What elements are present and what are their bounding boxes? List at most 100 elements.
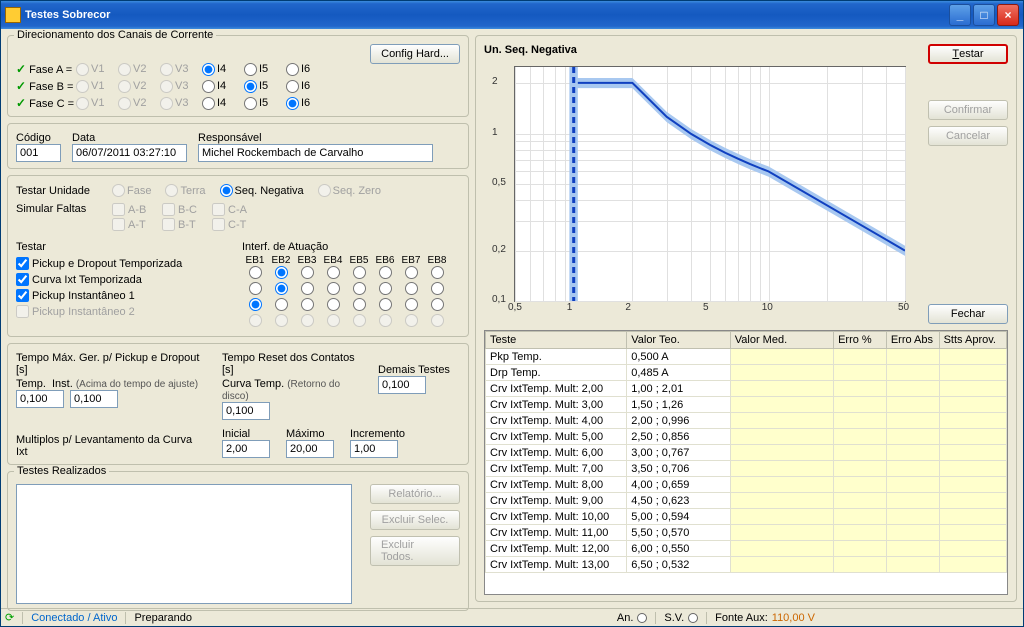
table-row[interactable]: Crv IxtTemp. Mult: 6,003,00 ; 0,767 — [486, 445, 1007, 461]
eb-radio[interactable] — [398, 298, 424, 314]
maximize-button[interactable]: □ — [973, 4, 995, 26]
eb-radio[interactable] — [294, 266, 320, 282]
eb-radio[interactable] — [268, 266, 294, 282]
test-item-check[interactable]: Curva Ixt Temporizada — [16, 273, 236, 286]
table-row[interactable]: Crv IxtTemp. Mult: 4,002,00 ; 0,996 — [486, 413, 1007, 429]
table-row[interactable]: Crv IxtTemp. Mult: 2,001,00 ; 2,01 — [486, 381, 1007, 397]
phase-radio-i5[interactable]: I5 — [244, 96, 286, 110]
table-row[interactable]: Crv IxtTemp. Mult: 12,006,00 ; 0,550 — [486, 541, 1007, 557]
responsavel-input[interactable] — [198, 144, 433, 162]
eb-radio[interactable] — [320, 298, 346, 314]
confirmar-button[interactable]: Confirmar — [928, 100, 1008, 120]
curva-temp-input[interactable] — [222, 402, 270, 420]
eb-header: EB4 — [320, 255, 346, 266]
inicial-input[interactable] — [222, 440, 270, 458]
cancelar-button[interactable]: Cancelar — [928, 126, 1008, 146]
eb-radio[interactable] — [320, 282, 346, 298]
phase-radio-v3: V3 — [160, 96, 202, 110]
table-row[interactable]: Pkp Temp.0,500 A — [486, 349, 1007, 365]
table-row[interactable]: Crv IxtTemp. Mult: 5,002,50 ; 0,856 — [486, 429, 1007, 445]
phase-radio-i5[interactable]: I5 — [244, 62, 286, 76]
x-tick: 50 — [898, 302, 909, 313]
config-hard-button[interactable]: Config Hard... — [370, 44, 460, 64]
close-button[interactable]: × — [997, 4, 1019, 26]
inst-input[interactable] — [70, 390, 118, 408]
codigo-input[interactable] — [16, 144, 61, 162]
table-row[interactable]: Drp Temp.0,485 A — [486, 365, 1007, 381]
excluir-selec-button[interactable]: Excluir Selec. — [370, 510, 460, 530]
eb-radio[interactable] — [268, 282, 294, 298]
max-input[interactable] — [286, 440, 334, 458]
table-row[interactable]: Crv IxtTemp. Mult: 13,006,50 ; 0,532 — [486, 557, 1007, 573]
demais-input[interactable] — [378, 376, 426, 394]
max-label: Máximo — [286, 428, 334, 440]
eb-radio[interactable] — [242, 266, 268, 282]
phase-radio-i4[interactable]: I4 — [202, 79, 244, 93]
phase-radio-i5[interactable]: I5 — [244, 79, 286, 93]
eb-radio[interactable] — [242, 298, 268, 314]
table-header[interactable]: Valor Med. — [730, 332, 833, 349]
falta-check: A-T — [112, 218, 162, 231]
relatorio-button[interactable]: Relatório... — [370, 484, 460, 504]
testar-button[interactable]: Testar — [928, 44, 1008, 64]
inc-input[interactable] — [350, 440, 398, 458]
phase-radio-i4[interactable]: I4 — [202, 96, 244, 110]
eb-radio[interactable] — [398, 282, 424, 298]
eb-radio[interactable] — [398, 266, 424, 282]
table-row[interactable]: Crv IxtTemp. Mult: 8,004,00 ; 0,659 — [486, 477, 1007, 493]
eb-radio[interactable] — [372, 298, 398, 314]
status-an-label: An. — [617, 612, 634, 624]
eb-radio[interactable] — [294, 282, 320, 298]
table-row[interactable]: Crv IxtTemp. Mult: 9,004,50 ; 0,623 — [486, 493, 1007, 509]
x-tick: 1 — [567, 302, 573, 313]
status-bar: ⟳ Conectado / Ativo Preparando An. S.V. … — [1, 608, 1023, 626]
inicial-label: Inicial — [222, 428, 270, 440]
phase-radio-v1: V1 — [76, 62, 118, 76]
data-input[interactable] — [72, 144, 187, 162]
eb-radio[interactable] — [372, 282, 398, 298]
eb-radio[interactable] — [424, 266, 450, 282]
eb-radio[interactable] — [294, 298, 320, 314]
eb-radio[interactable] — [424, 298, 450, 314]
eb-radio[interactable] — [268, 298, 294, 314]
eb-radio[interactable] — [346, 298, 372, 314]
phase-radio-i6[interactable]: I6 — [286, 62, 328, 76]
minimize-button[interactable]: _ — [949, 4, 971, 26]
table-header[interactable]: Erro Abs — [886, 332, 939, 349]
table-header[interactable]: Teste — [486, 332, 627, 349]
fechar-button[interactable]: Fechar — [928, 304, 1008, 324]
inst-label: Inst. — [52, 378, 73, 390]
eb-radio[interactable] — [372, 266, 398, 282]
group-tempos: Tempo Máx. Ger. p/ Pickup e Dropout [s] … — [7, 343, 469, 465]
unidade-radio[interactable]: Seq. Negativa — [220, 184, 304, 197]
temp-input[interactable] — [16, 390, 64, 408]
simular-faltas-label: Simular Faltas — [16, 203, 106, 215]
phase-radio-i4[interactable]: I4 — [202, 62, 244, 76]
eb-radio[interactable] — [346, 282, 372, 298]
chart: Un. Seq. Negativa 0,512510500,10,20,512 — [484, 44, 912, 324]
eb-radio — [294, 314, 320, 330]
status-sv-icon — [688, 613, 698, 623]
table-header[interactable]: Stts Aprov. — [939, 332, 1006, 349]
table-row[interactable]: Crv IxtTemp. Mult: 11,005,50 ; 0,570 — [486, 525, 1007, 541]
table-header[interactable]: Valor Teo. — [627, 332, 731, 349]
table-row[interactable]: Crv IxtTemp. Mult: 7,003,50 ; 0,706 — [486, 461, 1007, 477]
eb-radio[interactable] — [424, 282, 450, 298]
phase-radio-i6[interactable]: I6 — [286, 79, 328, 93]
realizados-list[interactable] — [16, 484, 352, 604]
phase-radio-i6[interactable]: I6 — [286, 96, 328, 110]
test-item-check[interactable]: Pickup Instantâneo 1 — [16, 289, 236, 302]
y-tick: 1 — [492, 127, 498, 138]
table-row[interactable]: Crv IxtTemp. Mult: 10,005,00 ; 0,594 — [486, 509, 1007, 525]
x-tick: 5 — [703, 302, 709, 313]
eb-radio[interactable] — [242, 282, 268, 298]
data-label: Data — [72, 132, 192, 144]
eb-radio[interactable] — [346, 266, 372, 282]
test-item-check[interactable]: Pickup e Dropout Temporizada — [16, 257, 236, 270]
table-header[interactable]: Erro % — [834, 332, 887, 349]
refresh-icon[interactable]: ⟳ — [5, 611, 14, 624]
window-title: Testes Sobrecor — [25, 9, 947, 21]
excluir-todos-button[interactable]: Excluir Todos. — [370, 536, 460, 566]
table-row[interactable]: Crv IxtTemp. Mult: 3,001,50 ; 1,26 — [486, 397, 1007, 413]
eb-radio[interactable] — [320, 266, 346, 282]
